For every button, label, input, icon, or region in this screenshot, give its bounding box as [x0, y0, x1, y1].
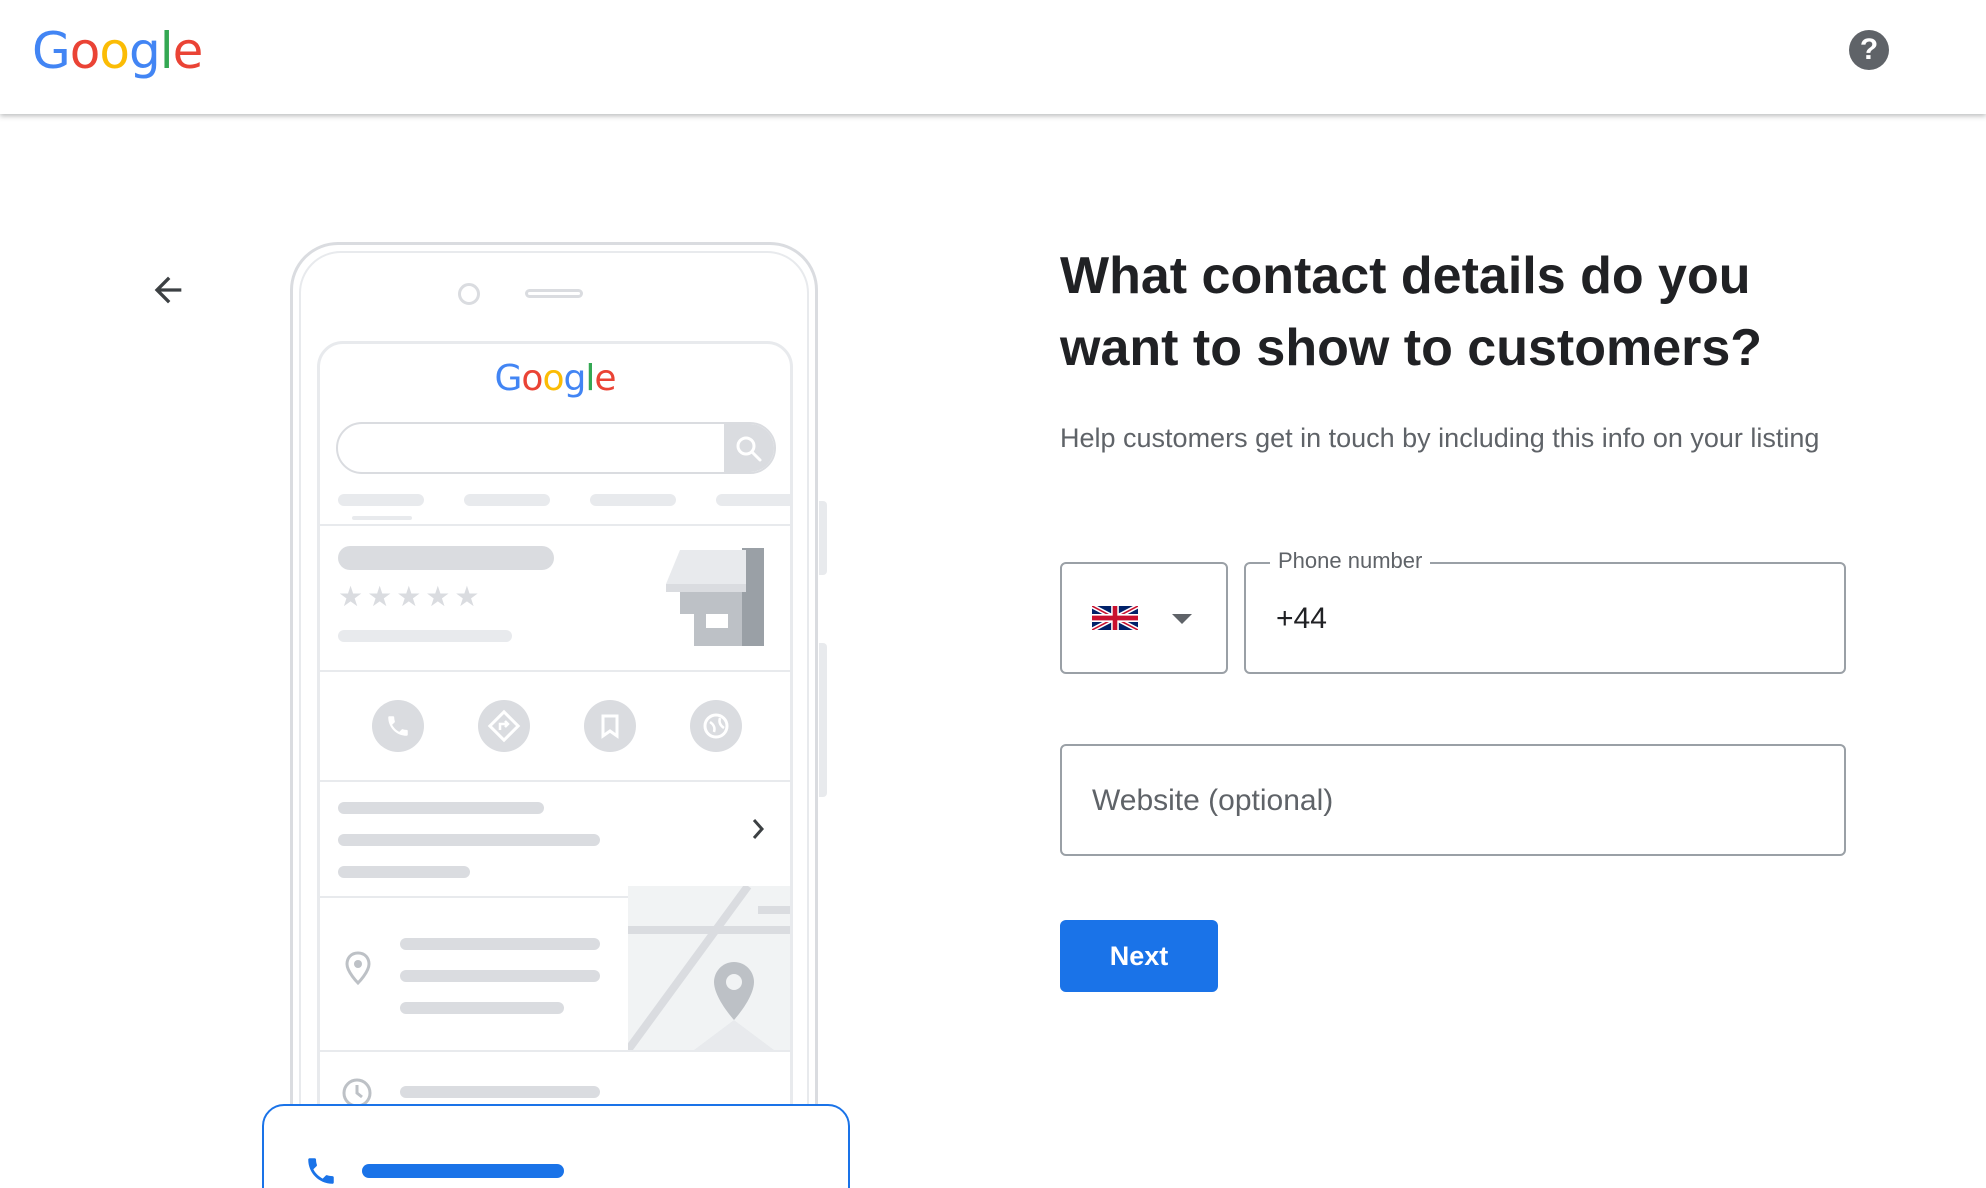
placeholder-bar [338, 834, 600, 846]
uk-flag-icon [1092, 606, 1138, 630]
placeholder-bar [338, 866, 470, 878]
chevron-down-icon [1172, 614, 1192, 624]
website-globe-icon [690, 700, 742, 752]
mini-search-bar [336, 422, 776, 474]
storefront-icon [666, 548, 764, 646]
phone-side-button [819, 501, 827, 575]
help-icon[interactable]: ? [1849, 30, 1889, 70]
placeholder-bar [590, 494, 676, 506]
placeholder-bar [352, 516, 412, 520]
placeholder-bar [338, 546, 554, 570]
divider [320, 780, 790, 782]
placeholder-bar [464, 494, 550, 506]
google-logo[interactable]: Google [32, 22, 204, 80]
mini-google-logo: Google [494, 358, 617, 399]
phone-speaker [525, 289, 583, 298]
divider [320, 670, 790, 672]
phone-side-button [819, 643, 827, 797]
back-arrow-icon[interactable] [148, 270, 188, 310]
phone-placeholder-bar [362, 1164, 564, 1178]
phone-number-field[interactable]: Phone number +44 [1244, 548, 1846, 674]
phone-icon [308, 1158, 334, 1184]
placeholder-bar [400, 1086, 600, 1098]
logo-letter: o [99, 22, 130, 80]
placeholder-bar [716, 494, 790, 506]
divider [320, 524, 790, 526]
phone-number-label: Phone number [1270, 548, 1431, 574]
phone-illustration: Google ★★★★★ [290, 242, 827, 1188]
call-icon [372, 700, 424, 752]
chevron-right-icon [752, 819, 765, 839]
placeholder-bar [400, 970, 600, 982]
logo-letter: l [159, 22, 174, 80]
website-field[interactable]: Website (optional) [1060, 744, 1846, 856]
page-subtitle: Help customers get in touch by including… [1060, 423, 1820, 453]
logo-letter: o [69, 22, 101, 80]
placeholder-bar [338, 802, 544, 814]
bookmark-icon [584, 700, 636, 752]
page-title: What contact details do you want to show… [1060, 247, 1763, 377]
logo-letter: e [172, 22, 204, 80]
search-icon [736, 436, 762, 462]
phone-camera [458, 283, 480, 305]
placeholder-bar [400, 1002, 564, 1014]
placeholder-bar [338, 630, 512, 642]
placeholder-bar [400, 938, 600, 950]
placeholder-bar [338, 494, 424, 506]
mini-map [628, 886, 790, 1050]
mini-search-button [724, 424, 774, 472]
highlighted-phone-card [262, 1104, 850, 1188]
next-button[interactable]: Next [1060, 920, 1218, 992]
location-pin-icon [345, 951, 371, 986]
logo-letter: G [32, 22, 71, 80]
rating-stars-icon: ★★★★★ [338, 581, 484, 612]
directions-icon [478, 700, 530, 752]
website-placeholder[interactable]: Website (optional) [1092, 784, 1333, 818]
logo-letter: g [128, 22, 161, 80]
phone-number-value[interactable]: +44 [1276, 602, 1327, 636]
divider [320, 1050, 790, 1052]
top-bar: Google ? [0, 0, 1986, 114]
country-code-select[interactable] [1060, 562, 1228, 674]
phone-screen: Google ★★★★★ [317, 341, 793, 1188]
